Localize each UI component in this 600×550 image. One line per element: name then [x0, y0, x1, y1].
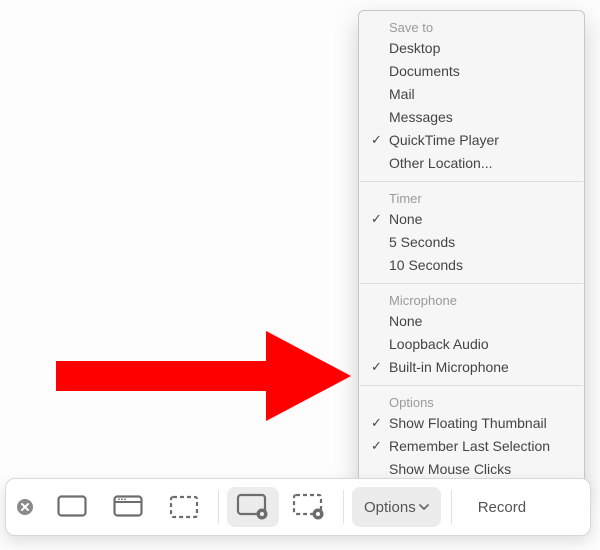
menu-section-header: Timer: [359, 188, 584, 208]
menu-item-mic-loopback[interactable]: Loopback Audio: [359, 333, 584, 356]
checkmark-icon: ✓: [371, 209, 382, 228]
menu-item-messages[interactable]: Messages: [359, 106, 584, 129]
toolbar-separator: [218, 490, 219, 524]
record-screen-icon: [236, 493, 270, 521]
menu-separator: [360, 283, 583, 284]
menu-item-label: Desktop: [389, 40, 440, 56]
close-button[interactable]: [6, 498, 44, 516]
menu-item-label: Messages: [389, 109, 453, 125]
menu-section-header: Microphone: [359, 290, 584, 310]
screenshot-toolbar: Options Record: [5, 478, 591, 536]
checkmark-icon: ✓: [371, 130, 382, 149]
capture-selection-button[interactable]: [158, 487, 210, 527]
selection-icon: [169, 495, 199, 519]
menu-item-timer-5s[interactable]: 5 Seconds: [359, 231, 584, 254]
menu-item-timer-none[interactable]: ✓ None: [359, 208, 584, 231]
chevron-down-icon: [419, 504, 429, 511]
record-button-label: Record: [478, 499, 526, 516]
menu-item-label: Show Floating Thumbnail: [389, 415, 547, 431]
menu-item-label: 5 Seconds: [389, 234, 455, 250]
menu-item-mic-builtin[interactable]: ✓ Built-in Microphone: [359, 356, 584, 379]
record-entire-screen-button[interactable]: [227, 487, 279, 527]
options-button[interactable]: Options: [352, 487, 441, 527]
menu-section-header: Options: [359, 392, 584, 412]
screen-icon: [57, 495, 87, 519]
toolbar-separator: [343, 490, 344, 524]
menu-item-label: Built-in Microphone: [389, 359, 509, 375]
menu-item-remember-selection[interactable]: ✓ Remember Last Selection: [359, 435, 584, 458]
menu-item-label: 10 Seconds: [389, 257, 463, 273]
options-menu: Save to Desktop Documents Mail Messages …: [358, 10, 585, 490]
menu-item-label: Documents: [389, 63, 460, 79]
menu-item-label: Other Location...: [389, 155, 493, 171]
menu-item-timer-10s[interactable]: 10 Seconds: [359, 254, 584, 277]
menu-item-mic-none[interactable]: None: [359, 310, 584, 333]
window-icon: [113, 495, 143, 519]
menu-item-label: Show Mouse Clicks: [389, 461, 511, 477]
menu-item-label: None: [389, 313, 422, 329]
menu-item-label: Mail: [389, 86, 415, 102]
menu-item-desktop[interactable]: Desktop: [359, 37, 584, 60]
menu-item-other-location[interactable]: Other Location...: [359, 152, 584, 175]
checkmark-icon: ✓: [371, 357, 382, 376]
record-group: [225, 487, 337, 527]
checkmark-icon: ✓: [371, 413, 382, 432]
menu-item-label: QuickTime Player: [389, 132, 499, 148]
menu-item-quicktime[interactable]: ✓ QuickTime Player: [359, 129, 584, 152]
menu-item-show-thumbnail[interactable]: ✓ Show Floating Thumbnail: [359, 412, 584, 435]
menu-section-header: Save to: [359, 17, 584, 37]
record-selection-button[interactable]: [283, 487, 335, 527]
options-button-label: Options: [364, 499, 416, 516]
toolbar-separator: [451, 490, 452, 524]
capture-entire-screen-button[interactable]: [46, 487, 98, 527]
menu-separator: [360, 385, 583, 386]
capture-group: [44, 487, 212, 527]
menu-item-label: Remember Last Selection: [389, 438, 550, 454]
menu-item-label: Loopback Audio: [389, 336, 489, 352]
record-selection-icon: [292, 493, 326, 521]
menu-separator: [360, 181, 583, 182]
capture-window-button[interactable]: [102, 487, 154, 527]
close-icon: [16, 498, 34, 516]
checkmark-icon: ✓: [371, 436, 382, 455]
annotation-arrow-icon: [56, 321, 356, 436]
menu-item-documents[interactable]: Documents: [359, 60, 584, 83]
menu-item-label: None: [389, 211, 422, 227]
record-button[interactable]: Record: [458, 487, 546, 527]
menu-item-mail[interactable]: Mail: [359, 83, 584, 106]
